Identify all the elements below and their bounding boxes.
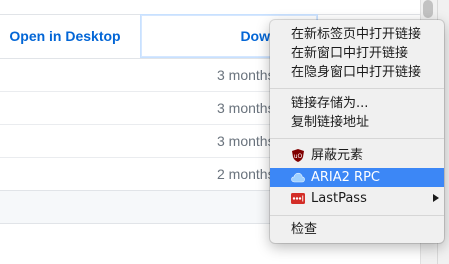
menu-separator xyxy=(270,138,444,139)
menu-item-aria2-rpc[interactable]: ARIA2 RPC xyxy=(270,168,444,187)
menu-item-open-incognito[interactable]: 在隐身窗口中打开链接 xyxy=(270,63,444,82)
cloud-icon xyxy=(291,172,305,183)
file-age: 3 months xyxy=(217,133,275,149)
menu-item-save-link-as[interactable]: 链接存储为... xyxy=(270,94,444,113)
menu-item-open-new-window[interactable]: 在新窗口中打开链接 xyxy=(270,44,444,63)
menu-item-inspect[interactable]: 检查 xyxy=(270,220,444,239)
menu-separator xyxy=(270,215,444,216)
menu-item-label: ARIA2 RPC xyxy=(311,170,381,185)
menu-item-ublock[interactable]: uO 屏蔽元素 xyxy=(270,146,444,165)
menu-item-label: 链接存储为... xyxy=(291,96,369,111)
menu-item-label: LastPass xyxy=(311,191,367,206)
menu-item-label: 屏蔽元素 xyxy=(311,148,364,163)
file-age: 3 months xyxy=(217,100,275,116)
menu-item-label: 在新窗口中打开链接 xyxy=(291,46,409,61)
open-in-desktop-button[interactable]: Open in Desktop xyxy=(0,14,141,58)
open-in-desktop-label: Open in Desktop xyxy=(9,28,121,44)
top-strip xyxy=(0,0,449,15)
context-menu: 在新标签页中打开链接 在新窗口中打开链接 在隐身窗口中打开链接 链接存储为...… xyxy=(270,20,444,243)
menu-item-label: 在新标签页中打开链接 xyxy=(291,27,422,42)
menu-item-lastpass[interactable]: LastPass xyxy=(270,189,444,208)
menu-item-copy-link[interactable]: 复制链接地址 xyxy=(270,113,444,132)
scrollbar-thumb[interactable] xyxy=(423,0,433,18)
file-age: 2 months xyxy=(217,166,275,182)
menu-item-label: 检查 xyxy=(291,222,318,237)
menu-item-label: 在隐身窗口中打开链接 xyxy=(291,65,422,80)
file-age: 3 months xyxy=(217,67,275,83)
menu-item-label: 复制链接地址 xyxy=(291,115,370,130)
lastpass-icon xyxy=(291,193,305,204)
svg-text:uO: uO xyxy=(294,153,303,160)
submenu-arrow-icon xyxy=(433,194,439,202)
menu-item-open-new-tab[interactable]: 在新标签页中打开链接 xyxy=(270,25,444,44)
ublock-shield-icon: uO xyxy=(292,149,304,162)
menu-separator xyxy=(270,88,444,89)
